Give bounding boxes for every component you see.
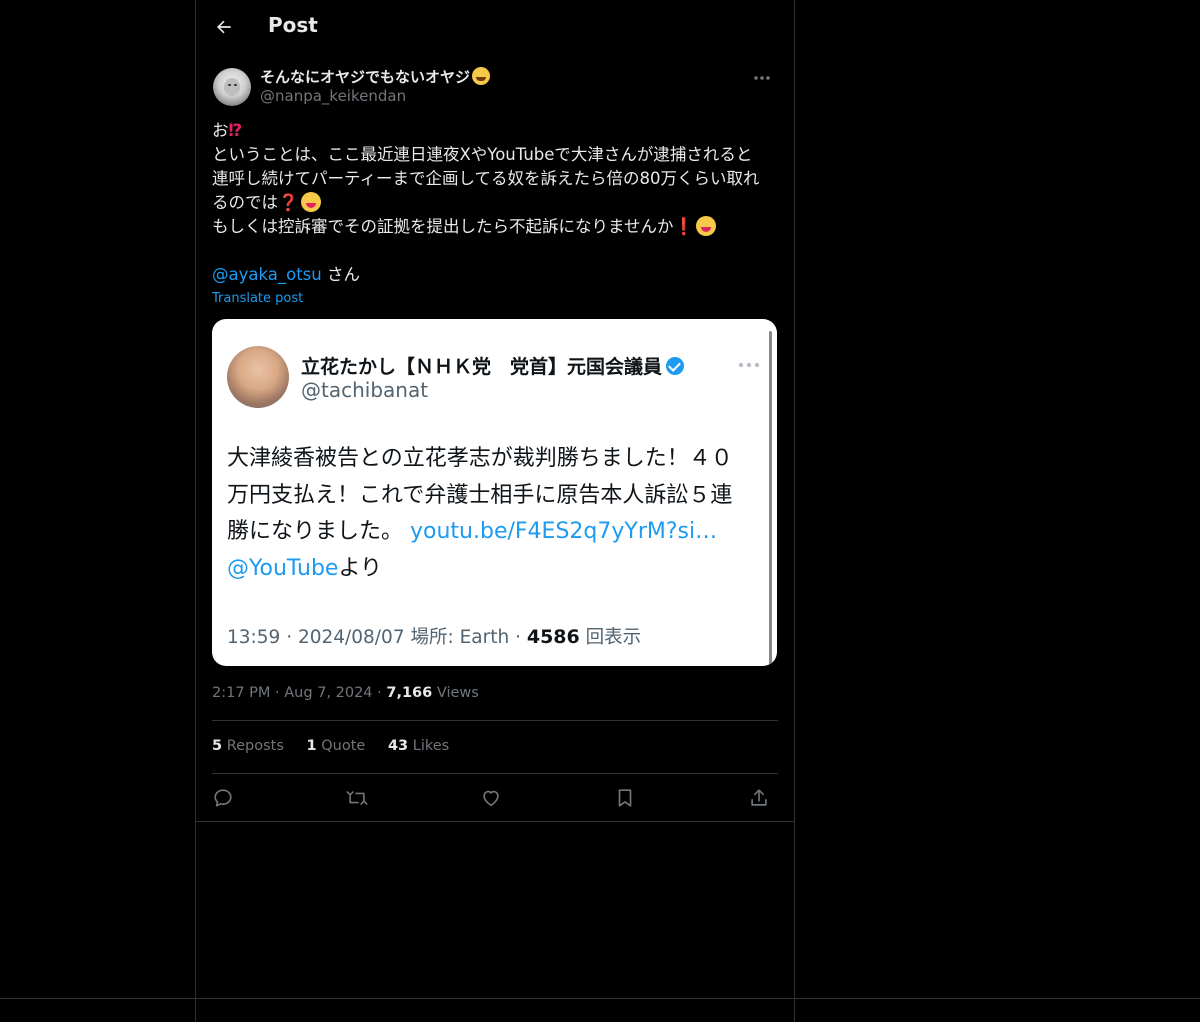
embed-author-name-text: 立花たかし【ＮＨＫ党 党首】元国会議員 (301, 356, 663, 378)
likes-stat[interactable]: 43 Likes (388, 738, 449, 754)
post-line-1: お (212, 121, 229, 140)
share-button[interactable] (745, 784, 773, 812)
likes-label: Likes (408, 738, 450, 754)
bottom-divider (0, 998, 1200, 999)
embedded-image[interactable]: 立花たかし【ＮＨＫ党 党首】元国会議員 @tachibanat 大津綾香被告との… (212, 319, 777, 666)
post-bottom-border (196, 821, 794, 822)
embed-more-icon (737, 357, 761, 373)
divider (212, 720, 778, 721)
yum-face-icon (300, 192, 321, 212)
embed-view-count: 4586 (526, 626, 580, 648)
post-text: お⁉ ということは、ここ最近連日連夜XやYouTubeで大津さんが逮捕されると … (212, 119, 778, 287)
bookmark-icon (618, 789, 632, 807)
post-line-5: もしくは控訴審でその証拠を提出したら不起訴になりませんか (212, 217, 674, 236)
quotes-count: 1 (306, 738, 317, 754)
embed-youtube-link: youtu.be/F4ES2q7yYrM?si… (410, 519, 718, 544)
reposts-count: 5 (212, 738, 223, 754)
meta-separator: · (372, 685, 387, 701)
translate-post-link[interactable]: Translate post (212, 291, 303, 306)
embed-scrollbar (769, 331, 772, 666)
post-date[interactable]: Aug 7, 2024 (284, 685, 372, 701)
avatar[interactable] (213, 68, 251, 106)
embed-line-4: より (338, 555, 383, 581)
views-label: Views (432, 685, 479, 701)
embed-avatar (227, 346, 289, 408)
more-horizontal-icon (754, 76, 770, 80)
post-column: Post そんなにオヤジでもないオヤジ @nanpa_keikendan お⁉ … (195, 0, 795, 1022)
bookmark-button[interactable] (611, 784, 639, 812)
embed-author-handle: @tachibanat (301, 378, 429, 402)
question-mark-icon: ❓ (278, 193, 299, 212)
likes-count: 43 (387, 738, 409, 754)
repost-icon (346, 791, 368, 805)
embed-mention: @YouTube (227, 555, 339, 581)
yum-face-icon (696, 216, 717, 236)
quotes-label: Quote (316, 738, 366, 754)
reposts-label: Reposts (222, 738, 284, 754)
post-line-4: るのでは (212, 193, 278, 212)
action-bar (212, 784, 778, 812)
embed-meta-suffix: 回表示 (579, 627, 642, 648)
meta-separator: · (270, 685, 285, 701)
author-handle[interactable]: @nanpa_keikendan (260, 87, 406, 105)
quotes-stat[interactable]: 1 Quote (307, 738, 366, 754)
mention-suffix: さん (321, 265, 360, 284)
embed-text: 大津綾香被告との立花孝志が裁判勝ちました！４０ 万円支払え！これで弁護士相手に原… (227, 441, 757, 587)
post-stats: 5 Reposts 1 Quote 43 Likes (212, 738, 467, 754)
views-count: 7,166 (386, 685, 433, 701)
header: Post (196, 0, 794, 54)
embed-meta: 13:59 · 2024/08/07 場所: Earth · 4586 回表示 (227, 623, 641, 649)
back-button[interactable] (210, 13, 238, 41)
more-button[interactable] (750, 68, 774, 88)
arrow-left-icon (217, 20, 231, 34)
laughing-face-icon (472, 67, 491, 85)
post-line-3: 連呼し続けてパーティーまで企画してる奴を訴えたら倍の80万くらい取れ (212, 169, 760, 188)
exclamation-icon: ❗ (673, 217, 695, 236)
repost-button[interactable] (343, 784, 371, 812)
reposts-stat[interactable]: 5 Reposts (212, 738, 284, 754)
reply-icon (214, 789, 232, 807)
share-icon (751, 789, 767, 806)
mention-link[interactable]: @ayaka_otsu (212, 265, 322, 284)
post-author: そんなにオヤジでもないオヤジ @nanpa_keikendan (212, 66, 778, 108)
page-title: Post (268, 13, 318, 37)
author-name-text: そんなにオヤジでもないオヤジ (260, 68, 471, 86)
like-button[interactable] (477, 784, 505, 812)
author-name[interactable]: そんなにオヤジでもないオヤジ (260, 66, 491, 87)
exclamation-question-icon: ⁉ (228, 121, 243, 140)
divider (212, 773, 778, 774)
heart-icon (483, 790, 499, 807)
embed-meta-prefix: 13:59 · 2024/08/07 場所: Earth · (227, 627, 527, 648)
post-line-2: ということは、ここ最近連日連夜XやYouTubeで大津さんが逮捕されると (212, 145, 753, 164)
embed-line-2: 万円支払え！これで弁護士相手に原告本人訴訟５連 (227, 482, 733, 508)
post-meta: 2:17 PM · Aug 7, 2024 · 7,166 Views (212, 685, 479, 701)
reply-button[interactable] (209, 784, 237, 812)
embed-author-name: 立花たかし【ＮＨＫ党 党首】元国会議員 (301, 352, 685, 379)
verified-badge-icon (666, 357, 685, 375)
post-time[interactable]: 2:17 PM (212, 685, 270, 701)
embed-line-1: 大津綾香被告との立花孝志が裁判勝ちました！４０ (227, 446, 733, 471)
embed-line-3: 勝になりました。 (227, 519, 410, 544)
